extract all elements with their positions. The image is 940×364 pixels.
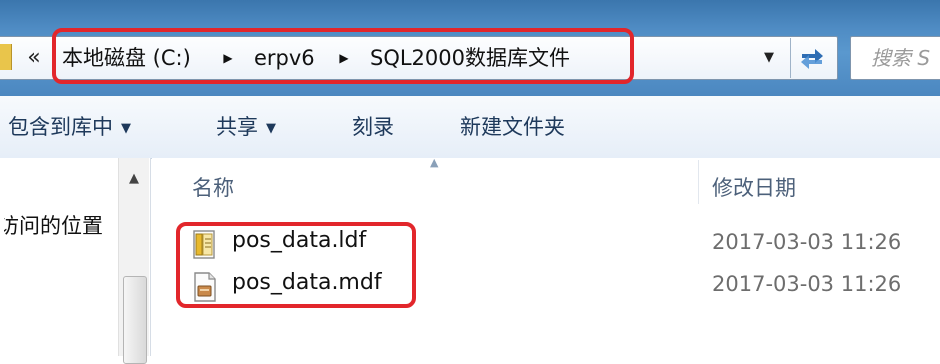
breadcrumb-separator-icon[interactable]: ▶	[334, 40, 354, 76]
new-folder-button[interactable]: 新建文件夹	[460, 96, 565, 158]
file-row[interactable]: pos_data.ldf 2017-03-03 11:26	[152, 224, 940, 268]
column-header-name[interactable]: 名称	[192, 172, 234, 202]
folder-icon	[0, 44, 12, 70]
chevron-down-icon: ▼	[266, 121, 276, 136]
refresh-button[interactable]	[790, 38, 833, 78]
file-date-modified: 2017-03-03 11:26	[712, 272, 902, 296]
scrollbar-thumb[interactable]	[123, 276, 147, 364]
nav-item-recent-places[interactable]: 访问的位置	[4, 210, 103, 240]
chevron-down-icon: ▼	[121, 121, 131, 136]
mdf-file-icon	[194, 272, 216, 302]
file-row[interactable]: pos_data.mdf 2017-03-03 11:26	[152, 266, 940, 310]
column-header-row: ▲ 名称 修改日期	[152, 156, 940, 216]
search-placeholder: 搜索 S	[871, 46, 931, 70]
include-in-library-button[interactable]: 包含到库中 ▼	[8, 96, 131, 158]
column-divider[interactable]	[698, 160, 699, 204]
ldf-file-icon	[193, 230, 215, 259]
breadcrumb-item-sql2000[interactable]: SQL2000数据库文件	[370, 40, 570, 76]
navigation-pane: 访问的位置 ▲	[0, 158, 151, 364]
search-input[interactable]: 搜索 S	[850, 36, 940, 80]
breadcrumb-overflow-button[interactable]: «	[22, 40, 46, 76]
refresh-icon	[801, 49, 823, 69]
burn-label: 刻录	[352, 115, 394, 139]
sort-ascending-icon: ▲	[430, 156, 439, 169]
share-label: 共享	[216, 115, 258, 139]
scroll-up-arrow-icon[interactable]: ▲	[119, 164, 149, 194]
command-toolbar: 包含到库中 ▼ 共享 ▼ 刻录 新建文件夹	[0, 96, 940, 159]
share-button[interactable]: 共享 ▼	[216, 96, 276, 158]
file-name[interactable]: pos_data.mdf	[232, 270, 382, 295]
include-in-library-label: 包含到库中	[8, 115, 113, 139]
breadcrumb-separator-icon[interactable]: ▶	[218, 40, 238, 76]
chevron-down-icon[interactable]: ▼	[754, 40, 784, 76]
breadcrumb-item-erpv6[interactable]: erpv6	[254, 40, 315, 76]
file-date-modified: 2017-03-03 11:26	[712, 230, 902, 254]
column-header-date-modified[interactable]: 修改日期	[712, 172, 796, 202]
nav-scrollbar[interactable]: ▲	[118, 158, 149, 364]
new-folder-label: 新建文件夹	[460, 115, 565, 139]
breadcrumb-item-local-disk[interactable]: 本地磁盘 (C:)	[62, 40, 191, 76]
burn-button[interactable]: 刻录	[352, 96, 394, 158]
file-name[interactable]: pos_data.ldf	[232, 228, 366, 253]
